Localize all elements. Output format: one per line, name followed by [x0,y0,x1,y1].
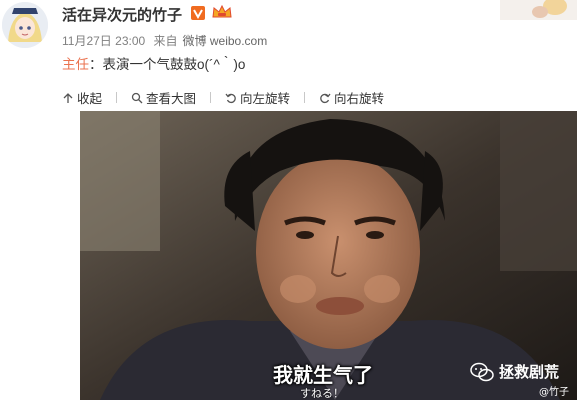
rotate-right-button[interactable]: 向右旋转 [319,88,384,107]
corner-image [500,0,577,20]
crown-icon[interactable] [211,3,233,21]
timestamp[interactable]: 11月27日 23:00 [62,34,145,48]
username[interactable]: 活在异次元的竹子 [62,4,182,25]
post-image[interactable]: 我就生气了 すねる！ 拯救剧荒 @竹子 [80,111,577,400]
vip-icon[interactable] [191,6,205,20]
watermark-sub: @竹子 [539,387,569,398]
separator: ： [89,57,103,72]
divider [304,92,306,103]
source-link[interactable]: 微博 weibo.com [183,34,268,48]
subtitle-jp: すねる！ [300,387,344,400]
collapse-label: 收起 [77,92,103,106]
post-text: 主任：表演一个气鼓鼓o(´^｀)o [62,53,245,73]
rotate-left-button[interactable]: 向左旋转 [225,88,290,107]
rotate-right-label: 向右旋转 [334,92,385,106]
divider [116,92,118,103]
image-toolbar: 收起 查看大图 向左旋转 向右旋转 [62,88,384,107]
zoom-icon [131,92,143,103]
collapse-icon [63,92,73,103]
host-label[interactable]: 主任 [62,57,89,72]
collapse-button[interactable]: 收起 [62,88,102,107]
view-large-button[interactable]: 查看大图 [131,88,196,107]
view-large-label: 查看大图 [146,92,197,106]
watermark: 拯救剧荒 [499,363,560,381]
avatar[interactable] [2,2,48,48]
rotate-left-icon [225,93,236,103]
wechat-icon [470,362,494,382]
subtitle-cn: 我就生气了 [273,363,373,387]
photo-scene [80,111,577,400]
rotate-left-label: 向左旋转 [240,92,291,106]
divider [210,92,212,103]
rotate-right-icon [320,93,331,103]
post-meta: 11月27日 23:00 来自 微博 weibo.com [62,32,272,49]
source-prefix: 来自 [153,34,178,48]
post-content: 表演一个气鼓鼓o(´^｀)o [102,57,246,72]
